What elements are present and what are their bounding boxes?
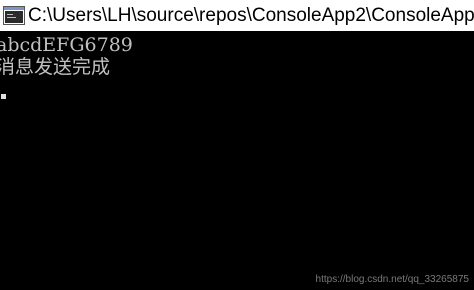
console-window: C:\Users\LH\source\repos\ConsoleApp2\Con… (0, 0, 474, 290)
console-output[interactable]: abcdEFG6789 消息发送完成 (0, 32, 474, 290)
console-window-icon (3, 6, 25, 25)
console-line: 消息发送完成 (0, 56, 111, 78)
watermark: https://blog.csdn.net/qq_33265875 (315, 274, 469, 285)
window-title: C:\Users\LH\source\repos\ConsoleApp2\Con… (28, 5, 474, 26)
title-bar[interactable]: C:\Users\LH\source\repos\ConsoleApp2\Con… (0, 0, 474, 31)
console-line: abcdEFG6789 (0, 34, 133, 56)
text-cursor (1, 94, 6, 99)
